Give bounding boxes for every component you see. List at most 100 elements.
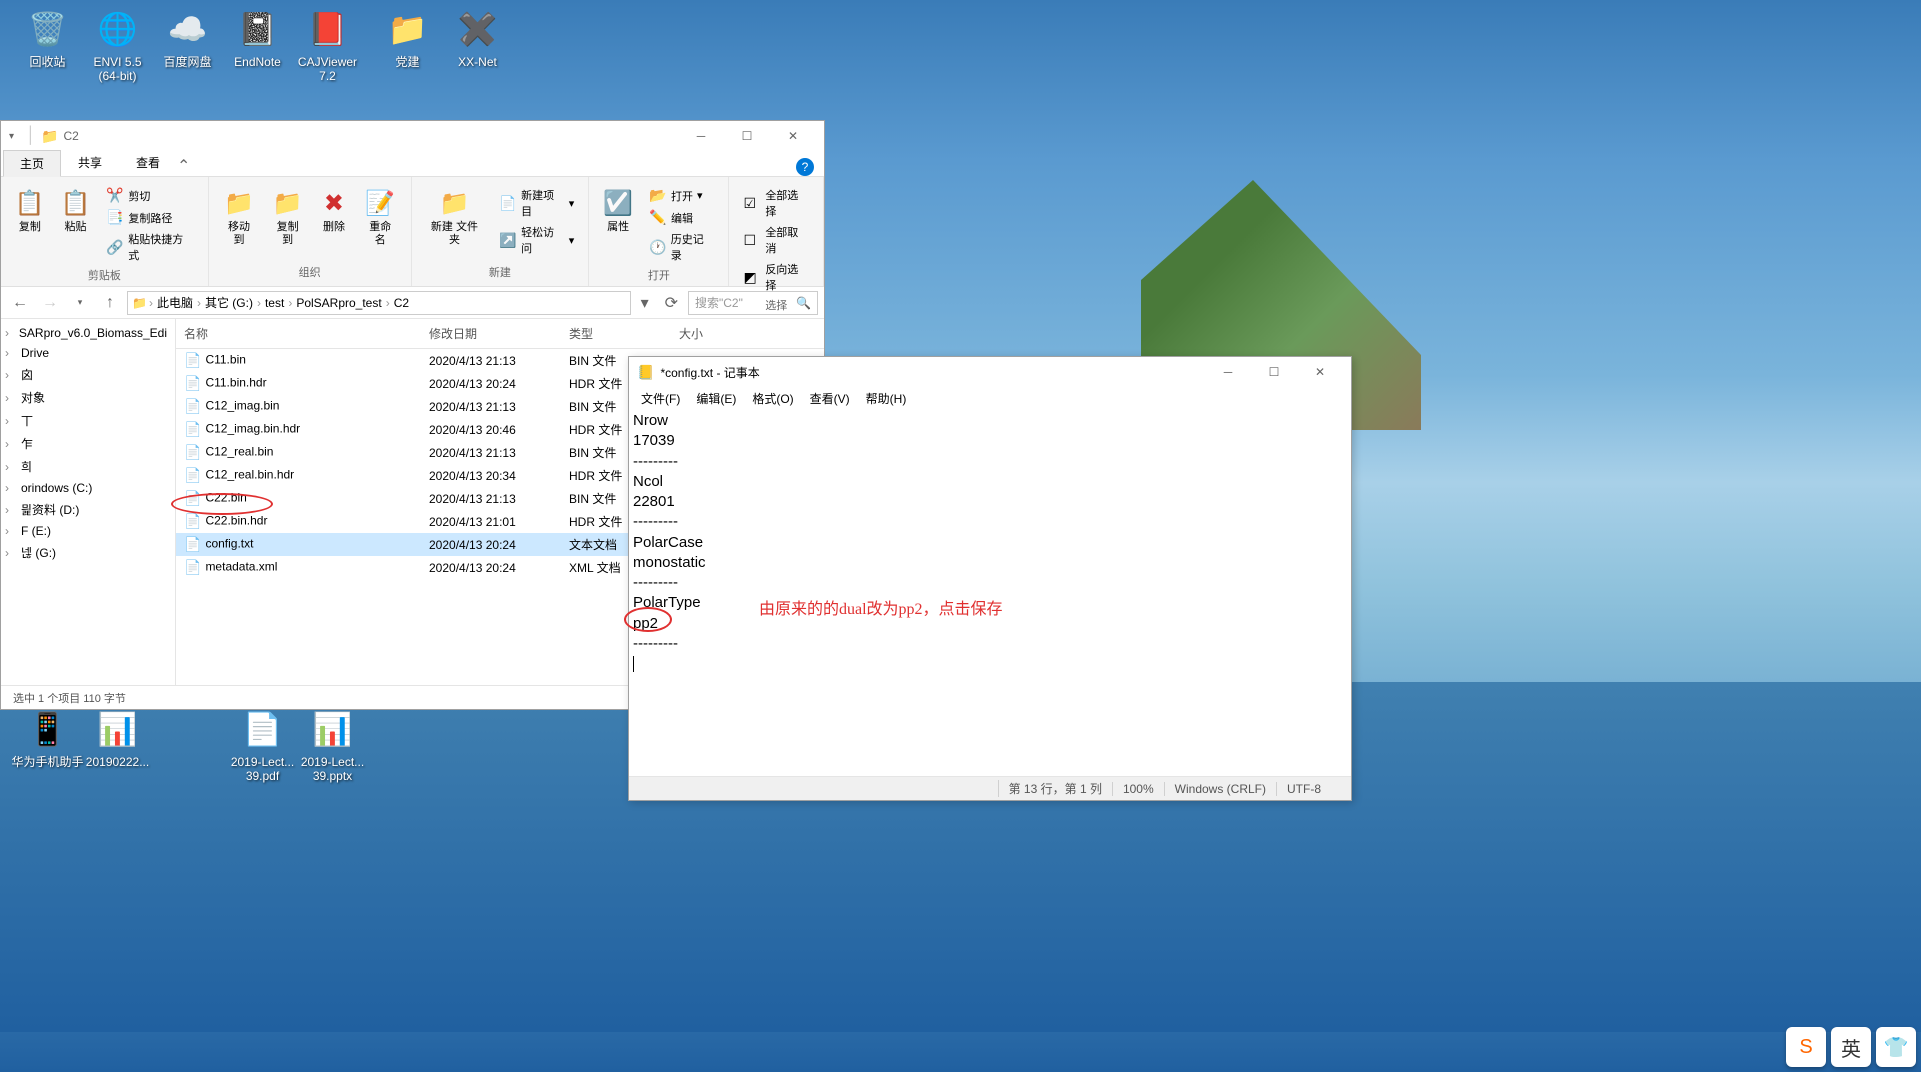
- copy-to-button[interactable]: 📁复制到: [265, 185, 310, 249]
- tree-toggle-icon[interactable]: ›: [5, 346, 17, 360]
- tree-toggle-icon[interactable]: ›: [5, 368, 17, 382]
- back-button[interactable]: ←: [7, 290, 33, 316]
- menu-item[interactable]: 文件(F): [633, 387, 688, 409]
- new-folder-button[interactable]: 📁新建 文件夹: [420, 185, 490, 249]
- tray-icon[interactable]: S: [1786, 1027, 1826, 1067]
- cut-button[interactable]: ✂️剪切: [100, 185, 199, 206]
- move-to-button[interactable]: 📁移动到: [217, 185, 262, 249]
- sidebar-item[interactable]: ›orindows (C:): [1, 478, 175, 498]
- maximize-button[interactable]: ☐: [724, 121, 770, 151]
- icon-label: 2019-Lect...39.pdf: [231, 755, 294, 784]
- sidebar-item[interactable]: ›对象: [1, 386, 175, 409]
- easy-access-button[interactable]: ↗️轻松访问 ▾: [493, 222, 580, 258]
- tree-toggle-icon[interactable]: ›: [5, 524, 17, 538]
- sidebar-item[interactable]: ›Drive: [1, 343, 175, 363]
- column-name[interactable]: 名称: [176, 325, 421, 342]
- breadcrumb[interactable]: 📁 ›此电脑›其它 (G:)›test›PolSARpro_test›C2: [127, 291, 631, 315]
- sidebar-item[interactable]: ›F (E:): [1, 521, 175, 541]
- breadcrumb-segment[interactable]: 此电脑: [155, 294, 195, 311]
- breadcrumb-segment[interactable]: 其它 (G:): [203, 294, 255, 311]
- open-button[interactable]: 📂打开 ▾: [643, 185, 720, 206]
- np-close-button[interactable]: ✕: [1297, 357, 1343, 387]
- tree-toggle-icon[interactable]: ›: [5, 326, 15, 340]
- paste-shortcut-button[interactable]: 🔗粘贴快捷方式: [100, 229, 199, 265]
- text-line: 17039: [633, 431, 1347, 451]
- tray-icon[interactable]: 👕: [1876, 1027, 1916, 1067]
- app-icon: 📊: [309, 705, 357, 753]
- new-item-button[interactable]: 📄新建项目 ▾: [493, 185, 580, 221]
- tab-view[interactable]: 查看: [119, 149, 177, 176]
- dropdown-icon[interactable]: ▾: [635, 293, 655, 313]
- menu-item[interactable]: 编辑(E): [688, 387, 744, 409]
- desktop-icon[interactable]: 🗑️回收站: [10, 5, 85, 69]
- text-line: monostatic: [633, 553, 1347, 573]
- tree-toggle-icon[interactable]: ›: [5, 460, 17, 474]
- sidebar-item[interactable]: ›SARpro_v6.0_Biomass_Edi: [1, 323, 175, 343]
- down-arrow-icon[interactable]: ▾: [9, 131, 14, 142]
- sidebar-item[interactable]: ›희: [1, 455, 175, 478]
- copy-button[interactable]: 📋复制: [9, 185, 51, 236]
- tab-share[interactable]: 共享: [61, 149, 119, 176]
- sidebar-item[interactable]: ›믩资料 (D:): [1, 498, 175, 521]
- navigation-pane[interactable]: ›SARpro_v6.0_Biomass_Edi›Drive›囟›对象›丅›乍›…: [1, 319, 176, 685]
- desktop-icon[interactable]: 📊20190222...: [80, 705, 155, 769]
- copy-path-button[interactable]: 📑复制路径: [100, 207, 199, 228]
- text-line: ---------: [633, 452, 1347, 472]
- minimize-button[interactable]: ─: [678, 121, 724, 151]
- sidebar-item[interactable]: ›넪 (G:): [1, 541, 175, 564]
- select-all-button[interactable]: ☑全部选择: [737, 185, 815, 221]
- desktop-icon[interactable]: 📄2019-Lect...39.pdf: [225, 705, 300, 784]
- menu-item[interactable]: 格式(O): [744, 387, 801, 409]
- desktop-icon[interactable]: 📓EndNote: [220, 5, 295, 69]
- np-minimize-button[interactable]: ─: [1205, 357, 1251, 387]
- column-type[interactable]: 类型: [561, 325, 671, 342]
- up-button[interactable]: ↑: [97, 290, 123, 316]
- delete-button[interactable]: ✖删除: [314, 185, 354, 236]
- desktop-icon[interactable]: ✖️XX-Net: [440, 5, 515, 69]
- column-date[interactable]: 修改日期: [421, 325, 561, 342]
- breadcrumb-segment[interactable]: PolSARpro_test: [294, 296, 383, 310]
- desktop-icon[interactable]: 📁党建: [370, 5, 445, 69]
- recent-dropdown[interactable]: ▾: [67, 290, 93, 316]
- tray-icon[interactable]: 英: [1831, 1027, 1871, 1067]
- tree-toggle-icon[interactable]: ›: [5, 503, 17, 517]
- close-button[interactable]: ✕: [770, 121, 816, 151]
- breadcrumb-segment[interactable]: test: [263, 296, 286, 310]
- tree-toggle-icon[interactable]: ›: [5, 391, 17, 405]
- edit-button[interactable]: ✏️编辑: [643, 207, 720, 228]
- breadcrumb-segment[interactable]: C2: [392, 296, 411, 310]
- desktop-icon[interactable]: 📱华为手机助手: [10, 705, 85, 769]
- desktop-icon[interactable]: ☁️百度网盘: [150, 5, 225, 69]
- search-input[interactable]: 搜索"C2" 🔍: [688, 291, 818, 315]
- menu-item[interactable]: 查看(V): [802, 387, 858, 409]
- column-size[interactable]: 大小: [671, 325, 781, 342]
- desktop-icon[interactable]: 📊2019-Lect...39.pptx: [295, 705, 370, 784]
- forward-button[interactable]: →: [37, 290, 63, 316]
- sidebar-item[interactable]: ›囟: [1, 363, 175, 386]
- notepad-textarea[interactable]: Nrow17039---------Ncol22801---------Pola…: [629, 409, 1351, 776]
- paste-button[interactable]: 📋粘贴: [55, 185, 97, 236]
- notepad-menubar: 文件(F)编辑(E)格式(O)查看(V)帮助(H): [629, 387, 1351, 409]
- search-icon[interactable]: 🔍: [796, 296, 811, 310]
- desktop-icon[interactable]: 🌐ENVI 5.5(64-bit): [80, 5, 155, 84]
- tree-toggle-icon[interactable]: ›: [5, 414, 17, 428]
- history-button[interactable]: 🕐历史记录: [643, 229, 720, 265]
- help-icon[interactable]: ?: [796, 158, 814, 176]
- tree-toggle-icon[interactable]: ›: [5, 546, 17, 560]
- menu-item[interactable]: 帮助(H): [858, 387, 915, 409]
- explorer-titlebar[interactable]: ▾ │ 📁 C2 ─ ☐ ✕: [1, 121, 824, 151]
- notepad-titlebar[interactable]: 📒 *config.txt - 记事本 ─ ☐ ✕: [629, 357, 1351, 387]
- chevron-up-icon[interactable]: ⌃: [177, 156, 190, 176]
- sidebar-item[interactable]: ›丅: [1, 409, 175, 432]
- tree-toggle-icon[interactable]: ›: [5, 481, 17, 495]
- refresh-icon[interactable]: ⟳: [659, 293, 684, 313]
- desktop-icon[interactable]: 📕CAJViewer7.2: [290, 5, 365, 84]
- properties-button[interactable]: ☑️属性: [597, 185, 639, 236]
- np-maximize-button[interactable]: ☐: [1251, 357, 1297, 387]
- file-icon: 📄: [184, 513, 201, 529]
- tree-toggle-icon[interactable]: ›: [5, 437, 17, 451]
- rename-button[interactable]: 📝重命名: [358, 185, 403, 249]
- tab-home[interactable]: 主页: [3, 150, 61, 177]
- select-none-button[interactable]: ☐全部取消: [737, 222, 815, 258]
- sidebar-item[interactable]: ›乍: [1, 432, 175, 455]
